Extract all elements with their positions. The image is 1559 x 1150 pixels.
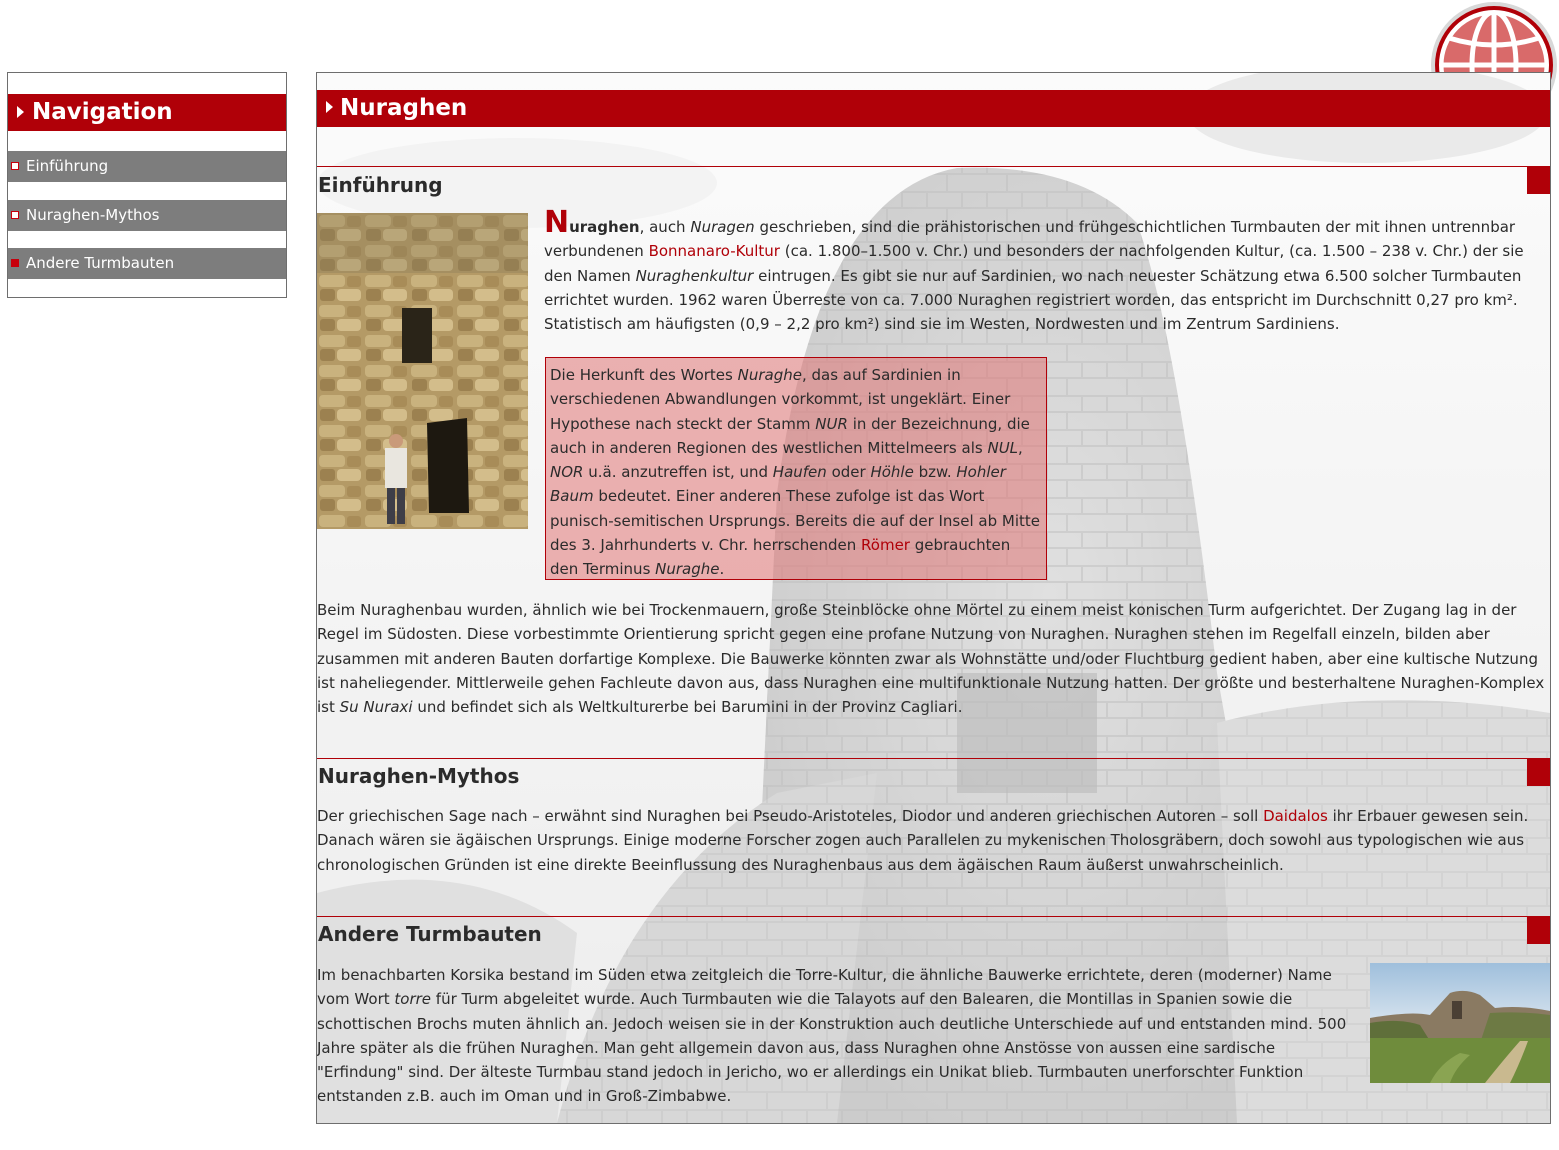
text: .: [719, 560, 725, 579]
text: bzw.: [913, 463, 957, 482]
text: Der griechischen Sage nach – erwähnt sin…: [317, 807, 1264, 825]
square-bullet-icon: [11, 258, 19, 267]
square-bullet-icon: [11, 210, 19, 219]
term: NUR: [815, 414, 848, 433]
term-torre: torre: [394, 990, 432, 1009]
text: für Turm abgeleitet wurde. Auch Turmbaut…: [317, 990, 1347, 1106]
section-divider: [317, 916, 1550, 917]
term: NUL: [987, 438, 1019, 457]
text: u.ä. anzutreffen ist, und: [583, 463, 773, 482]
nav-item-label[interactable]: Einführung: [26, 157, 108, 175]
nuraghe-landscape-photo: [1370, 963, 1550, 1083]
section-marker: [1527, 167, 1550, 194]
main-content-panel: Nuraghen Einführung Nuraghen, auch Nurag…: [316, 72, 1551, 1124]
section-marker: [1527, 917, 1550, 944]
text: Die Herkunft des Wortes: [550, 366, 738, 384]
nav-item-andere-turmbauten[interactable]: Andere Turmbauten: [8, 248, 286, 279]
nav-item-nuraghen-mythos[interactable]: Nuraghen-Mythos: [8, 200, 286, 231]
einfuehrung-paragraph-1: Nuraghen, auch Nuragen geschrieben, sind…: [544, 208, 1548, 336]
einfuehrung-paragraph-2: Beim Nuraghenbau wurden, ähnlich wie bei…: [317, 598, 1548, 719]
mythos-paragraph: Der griechischen Sage nach – erwähnt sin…: [317, 804, 1548, 877]
term: Nuraghe: [737, 366, 802, 384]
navigation-title: Navigation: [32, 99, 173, 125]
turmbauten-paragraph: Im benachbarten Korsika bestand im Süden…: [317, 963, 1362, 1109]
daidalos-link[interactable]: Daidalos: [1263, 807, 1328, 825]
term: Haufen: [772, 463, 827, 482]
section-title-einfuehrung: Einführung: [318, 173, 443, 197]
term: NOR: [550, 463, 584, 482]
nav-item-einfuehrung[interactable]: Einführung: [8, 151, 286, 182]
nav-item-label[interactable]: Nuraghen-Mythos: [26, 206, 159, 224]
term-su-nuraxi: Su Nuraxi: [339, 698, 413, 717]
section-title-nuraghen-mythos: Nuraghen-Mythos: [318, 764, 520, 788]
bonnanaro-kultur-link[interactable]: Bonnanaro-Kultur: [649, 242, 780, 260]
etymology-quote-box: Die Herkunft des Wortes Nuraghe, das auf…: [545, 357, 1047, 580]
text: ,: [1018, 438, 1023, 457]
term: Höhle: [870, 463, 914, 482]
text: oder: [826, 463, 871, 482]
navigation-panel: Navigation Einführung Nuraghen-Mythos An…: [7, 72, 287, 298]
term-nuraghenkultur: Nuraghenkultur: [635, 266, 754, 285]
etymology-text: Die Herkunft des Wortes Nuraghe, das auf…: [550, 363, 1040, 582]
section-divider: [317, 758, 1550, 759]
term-nuragen: Nuragen: [690, 218, 755, 236]
nuraghe-doorway-photo: [317, 213, 528, 529]
main-title: Nuraghen: [340, 95, 468, 121]
triangle-right-icon: [17, 105, 24, 118]
roemer-link[interactable]: Römer: [861, 536, 910, 554]
square-bullet-icon: [11, 161, 19, 170]
triangle-right-icon: [326, 101, 333, 113]
dropcap-letter: N: [544, 205, 570, 240]
section-title-andere-turmbauten: Andere Turmbauten: [318, 922, 542, 946]
nav-item-label[interactable]: Andere Turmbauten: [26, 254, 174, 272]
term: Nuraghe: [655, 560, 720, 579]
text: , auch: [639, 218, 691, 236]
term-nuraghen: uraghen: [569, 218, 640, 236]
main-header: Nuraghen: [317, 90, 1550, 127]
section-marker: [1527, 759, 1550, 786]
text: und befindet sich als Weltkulturerbe bei…: [412, 698, 963, 717]
navigation-header: Navigation: [8, 94, 286, 131]
section-divider: [317, 166, 1550, 167]
